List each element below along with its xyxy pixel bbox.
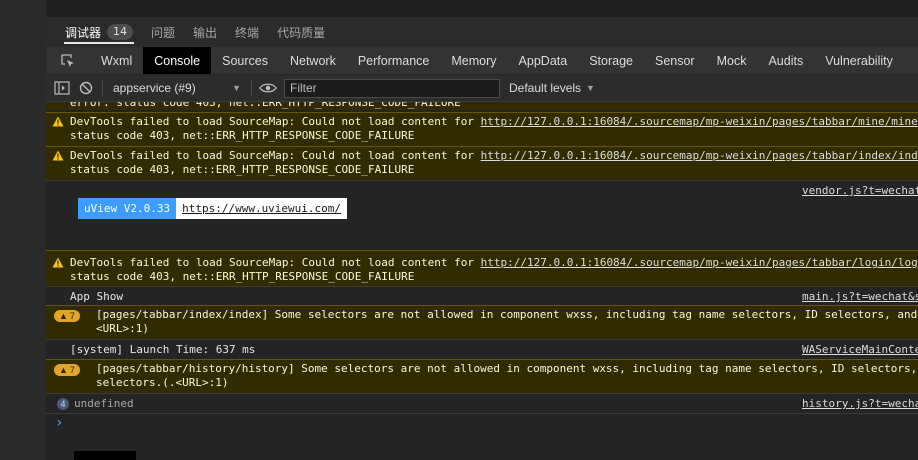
context-value: appservice (#9) [113,81,196,95]
tab-performance[interactable]: Performance [347,47,441,74]
message-text: DevTools failed to load SourceMap: Could… [70,256,481,269]
message-text: DevTools failed to load SourceMap: Could… [70,115,481,128]
inspect-element-icon[interactable] [46,47,90,74]
tab-mock[interactable]: Mock [706,47,758,74]
tab-debugger-label: 调试器 [65,25,102,40]
warning-icon [52,257,64,268]
tab-console[interactable]: Console [143,47,212,74]
repeat-count: 7 [69,311,75,321]
toolbar-divider [102,80,103,96]
uview-banner: uView V2.0.33 https://www.uviewui.com/ [78,198,348,219]
message-text: DevTools failed to load SourceMap: Could… [70,149,481,162]
repeat-count-badge: ▲ 7 [54,310,80,322]
log-levels-dropdown[interactable]: Default levels ▼ [509,81,595,95]
message-text: undefined [74,397,134,410]
filter-input[interactable] [284,78,500,98]
tab-appdata[interactable]: AppData [508,47,579,74]
warning-icon [52,150,64,161]
repeat-count: 7 [69,365,75,375]
source-link[interactable]: main.js?t=wechat&s [802,290,918,304]
source-link[interactable]: history.js?t=wecha [802,397,918,411]
context-selector[interactable]: appservice (#9) ▼ [107,81,247,95]
tab-storage[interactable]: Storage [578,47,644,74]
console-message-log: App Show main.js?t=wechat&s [46,286,918,305]
tab-problems[interactable]: 问题 [142,17,184,47]
console-prompt[interactable]: › [46,413,918,460]
top-stripe [46,0,918,17]
message-text: [pages/tabbar/history/history] Some sele… [96,362,918,375]
console-message-log: 4 undefined history.js?t=wecha [46,393,918,413]
sourcemap-link[interactable]: http://127.0.0.1:16084/.sourcemap/mp-wei… [481,256,918,269]
tab-vulnerability[interactable]: Vulnerability [814,47,904,74]
panel-tab-bar: Wxml Console Sources Network Performance… [46,47,918,74]
message-text: status code 403, net::ERR_HTTP_RESPONSE_… [70,129,415,142]
left-activity-strip [0,0,46,460]
debugger-count-badge: 14 [107,24,134,40]
toggle-sidebar-icon[interactable] [50,75,74,101]
sourcemap-link[interactable]: http://127.0.0.1:16084/.sourcemap/mp-wei… [481,115,918,128]
tab-code-quality[interactable]: 代码质量 [268,17,334,47]
console-message-log: [system] Launch Time: 637 ms WAServiceMa… [46,339,918,359]
uview-version: uView V2.0.33 [78,198,177,219]
message-text: [system] Launch Time: 637 ms [70,343,256,356]
message-text: error: status code 403, net::ERR_HTTP_RE… [70,102,461,109]
console-toolbar: appservice (#9) ▼ Default levels ▼ [46,75,918,102]
repeat-count-badge: ▲ 7 [54,364,80,376]
tab-output[interactable]: 输出 [184,17,226,47]
tab-audits[interactable]: Audits [757,47,814,74]
tab-network[interactable]: Network [279,47,347,74]
clear-console-icon[interactable] [74,75,98,101]
tab-wxml[interactable]: Wxml [90,47,143,74]
message-text: [pages/tabbar/index/index] Some selector… [96,308,918,321]
tab-terminal[interactable]: 终端 [226,17,268,47]
devtools-panel: 调试器 14 问题 输出 终端 代码质量 Wxml Console Source… [46,0,918,460]
tab-sensor[interactable]: Sensor [644,47,706,74]
message-text: status code 403, net::ERR_HTTP_RESPONSE_… [70,270,415,283]
message-text: selectors.(.<URL>:1) [96,376,229,389]
repeat-count: 4 [57,398,69,410]
console-message-warning: error: status code 403, net::ERR_HTTP_RE… [46,102,918,110]
outer-tab-bar: 调试器 14 问题 输出 终端 代码质量 [46,17,918,47]
tab-sources[interactable]: Sources [211,47,279,74]
console-message-warning: DevTools failed to load SourceMap: Could… [46,112,918,146]
log-levels-label: Default levels [509,81,582,95]
source-link[interactable]: vendor.js?t=wechat&s [802,184,918,198]
eye-icon[interactable] [256,75,280,101]
message-text: <URL>:1) [96,322,149,335]
sourcemap-link[interactable]: http://127.0.0.1:16084/.sourcemap/mp-wei… [481,149,918,162]
toolbar-divider [251,80,252,96]
bottom-black-block [74,451,136,460]
source-link[interactable]: WAServiceMainConte [802,343,918,357]
console-message-warning: DevTools failed to load SourceMap: Could… [46,250,918,286]
console-message-warning: DevTools failed to load SourceMap: Could… [46,146,918,180]
chevron-down-icon: ▼ [232,83,241,93]
console-message-warning: ▲ 7 [pages/tabbar/history/history] Some s… [46,359,918,393]
warning-icon: ▲ [59,365,68,375]
prompt-chevron-icon: › [55,415,64,431]
console-output: error: status code 403, net::ERR_HTTP_RE… [46,102,918,460]
console-message-warning: ▲ 7 [pages/tabbar/index/index] Some selec… [46,305,918,339]
warning-icon [52,116,64,127]
tab-memory[interactable]: Memory [440,47,507,74]
message-text: App Show [70,290,123,303]
message-text: status code 403, net::ERR_HTTP_RESPONSE_… [70,163,415,176]
uview-link[interactable]: https://www.uviewui.com/ [176,198,348,219]
chevron-down-icon: ▼ [586,83,595,93]
warning-icon: ▲ [59,311,68,321]
tab-debugger[interactable]: 调试器 14 [56,17,142,47]
